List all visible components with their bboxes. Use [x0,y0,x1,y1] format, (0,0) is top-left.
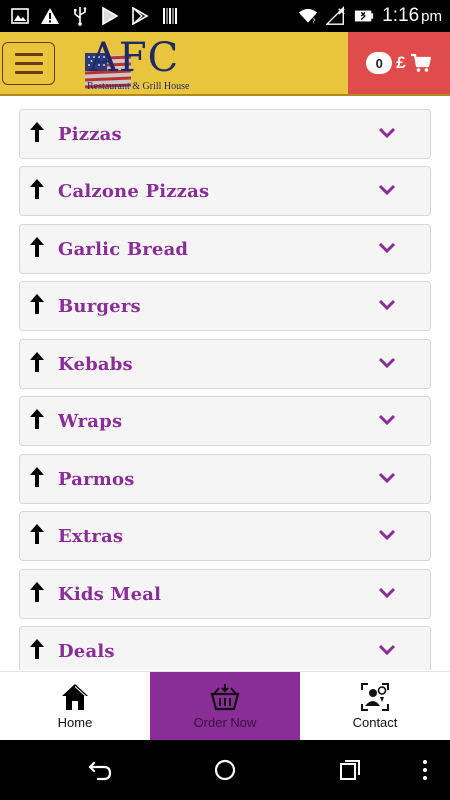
restaurant-logo[interactable]: AFC Restaurant & Grill House [85,35,195,93]
nav-order-now[interactable]: Order Now [150,672,300,741]
hamburger-line [14,53,43,56]
cart-count-badge: 0 [366,52,393,74]
hamburger-line [14,71,43,74]
chevron-down-icon[interactable] [378,528,396,542]
chevron-down-icon[interactable] [378,298,396,312]
bottom-nav: Home Order Now Contact [0,671,450,741]
nav-contact[interactable]: Contact [300,672,450,741]
category-item-deals[interactable]: Deals [19,626,431,670]
recents-icon[interactable] [338,758,362,782]
arrow-up-icon [30,409,44,429]
category-list: Pizzas Calzone Pizzas Garlic Bread Burge… [0,98,450,670]
category-item-garlic-bread[interactable]: Garlic Bread [19,224,431,274]
play-store-icon [130,6,150,26]
status-bar: ? 1:16 pm [0,0,450,32]
category-label: Deals [58,640,115,662]
nav-order-now-label: Order Now [193,715,257,730]
category-item-parmos[interactable]: Parmos [19,454,431,504]
menu-button[interactable] [2,42,55,85]
image-icon [10,6,30,26]
warning-icon [40,6,60,26]
category-item-kids-meal[interactable]: Kids Meal [19,569,431,619]
back-icon[interactable] [88,759,112,781]
android-nav-bar [0,740,450,800]
arrow-up-icon [30,639,44,659]
play-outline-icon [100,6,120,26]
chevron-down-icon[interactable] [378,126,396,140]
category-label: Extras [58,525,124,547]
nav-contact-label: Contact [352,715,398,730]
arrow-up-icon [30,352,44,372]
arrow-up-icon [30,179,44,199]
arrow-up-icon [30,467,44,487]
wifi-icon: ? [298,6,318,26]
cart-icon [410,53,431,72]
nav-home-label: Home [57,715,93,730]
chevron-down-icon[interactable] [378,471,396,485]
no-signal-icon [326,6,346,26]
category-item-extras[interactable]: Extras [19,511,431,561]
cart-currency: £ [396,53,406,72]
arrow-up-icon [30,122,44,142]
category-item-kebabs[interactable]: Kebabs [19,339,431,389]
category-label: Calzone Pizzas [58,180,210,202]
barcode-icon [160,6,180,26]
status-time: 1:16 pm [382,5,442,26]
chevron-down-icon[interactable] [378,183,396,197]
category-label: Parmos [58,468,135,490]
chevron-down-icon[interactable] [378,413,396,427]
home-icon [62,684,88,710]
app-header: AFC Restaurant & Grill House 0 £ [0,32,450,96]
category-label: Wraps [58,410,123,432]
category-label: Pizzas [58,123,122,145]
contact-icon [361,683,389,711]
battery-icon [354,6,374,26]
chevron-down-icon[interactable] [378,356,396,370]
arrow-up-icon [30,524,44,544]
hamburger-line [14,62,43,65]
arrow-up-icon [30,237,44,257]
category-label: Kebabs [58,353,133,375]
category-item-wraps[interactable]: Wraps [19,396,431,446]
category-label: Kids Meal [58,583,162,605]
arrow-up-icon [30,582,44,602]
category-item-pizzas[interactable]: Pizzas [19,109,431,159]
arrow-up-icon [30,294,44,314]
chevron-down-icon[interactable] [378,643,396,657]
cart-button[interactable]: 0 £ [348,32,450,94]
logo-subtitle: Restaurant & Grill House [87,81,190,92]
nav-home[interactable]: Home [0,672,150,741]
category-item-calzone-pizzas[interactable]: Calzone Pizzas [19,166,431,216]
logo-text: AFC [89,35,180,81]
chevron-down-icon[interactable] [378,586,396,600]
usb-icon [70,6,90,26]
basket-icon [210,684,240,711]
category-label: Burgers [58,295,141,317]
svg-text:?: ? [312,18,316,26]
chevron-down-icon[interactable] [378,241,396,255]
category-label: Garlic Bread [58,238,189,260]
overflow-icon[interactable] [420,758,430,782]
home-circle-icon[interactable] [213,758,237,782]
category-item-burgers[interactable]: Burgers [19,281,431,331]
